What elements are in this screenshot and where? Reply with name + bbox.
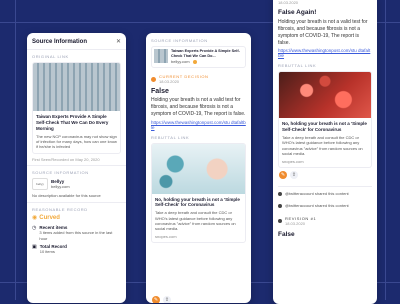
verdict-text: Holding your breath is not a valid test … — [278, 19, 368, 46]
rebuttal-title: No, holding your breath is not a 'Simple… — [155, 196, 240, 208]
source-preview[interactable]: Taiwan Experts Provide A Simple Self-Che… — [151, 46, 246, 68]
bg-grid-line — [15, 0, 16, 300]
rebuttal-text: Take a deep breath and consult the CDC o… — [282, 135, 363, 157]
revision-item: REVISION #1 18.03.2020 — [278, 216, 372, 226]
card-header: Source Information ✕ — [27, 33, 126, 49]
verdict: False — [278, 231, 295, 239]
rebuttal-domain: snopes.com — [155, 233, 177, 239]
share-icon[interactable]: ⇪ — [290, 171, 298, 180]
curved-dot-icon — [192, 60, 197, 65]
revision-dot-icon — [278, 219, 282, 223]
record-icon: ▣ — [32, 244, 37, 251]
activity-text: @twitteraccount shared this content — [285, 191, 349, 197]
decision-card: SOURCE INFORMATION Taiwan Experts Provid… — [146, 33, 251, 303]
activity-dot-icon — [278, 191, 282, 196]
section-label: SOURCE INFORMATION — [32, 170, 89, 176]
rebuttal-image — [152, 143, 245, 194]
source-domain: bellyy.com — [51, 183, 70, 189]
verdict-text: Holding your breath is not a valid test … — [151, 97, 246, 117]
source-thumbnail — [154, 49, 168, 63]
bg-grid-line — [385, 0, 386, 300]
section-label: REBUTTAL LINK — [278, 63, 317, 69]
section-label: REASONABLE RECORD — [32, 207, 88, 213]
activity-dot-icon — [278, 204, 282, 209]
section-label: REBUTTAL LINK — [151, 134, 190, 140]
curved-icon: ◉ — [32, 215, 38, 222]
rebuttal-domain: snopes.com — [282, 158, 304, 164]
activity-item: @twitteraccount shared this content — [278, 191, 372, 196]
rebuttal-title: No, holding your breath is not a 'Simple… — [282, 121, 367, 133]
clock-icon: ◷ — [32, 225, 37, 232]
edit-icon[interactable]: ✎ — [279, 171, 287, 180]
total-text: 10 items — [39, 249, 55, 255]
source-link[interactable]: https://www.thewashingtonpost.com/stu dt… — [278, 48, 372, 58]
article-image — [33, 63, 120, 111]
activity-text: @twitteraccount shared this content — [285, 203, 349, 209]
source-title: Taiwan Experts Provide A Simple Self-Che… — [171, 49, 240, 58]
history-card: 18.03.2020 False Again! Holding your bre… — [273, 0, 377, 304]
card-title: Source Information — [32, 38, 88, 45]
activity-item: @twitteraccount shared this content — [278, 203, 372, 208]
rebuttal-text: Take a deep breath and consult the CDC o… — [155, 210, 236, 232]
close-icon[interactable]: ✕ — [116, 38, 121, 45]
section-label: SOURCE INFORMATION — [151, 38, 208, 43]
source-description: No description available for this source — [32, 193, 101, 199]
source-row[interactable]: bellyy Bellyy bellyy.com — [32, 178, 121, 191]
source-domain: bellyy.com — [171, 59, 190, 65]
revision-date: 18.03.2020 — [285, 220, 306, 226]
decision-dot-icon — [151, 76, 156, 82]
decision-date: 18.03.2020 — [159, 78, 180, 84]
rebuttal-image — [279, 72, 371, 119]
recent-text: 3 items added from this source in the la… — [39, 230, 113, 241]
rebuttal-preview[interactable]: No, holding your breath is not a 'Simple… — [151, 142, 246, 244]
source-info-card: Source Information ✕ ORIGINAL LINK Taiwa… — [27, 33, 126, 303]
verdict: False Again! — [278, 9, 317, 17]
section-label: ORIGINAL LINK — [32, 54, 69, 59]
source-logo: bellyy — [32, 178, 48, 191]
rebuttal-preview[interactable]: No, holding your breath is not a 'Simple… — [278, 71, 372, 169]
article-title: Taiwan Experts Provide A Simple Self-Che… — [36, 114, 109, 131]
source-link[interactable]: https://www.thewashingtonpost.com/stu dt… — [151, 120, 246, 130]
curved-label: Curved — [39, 214, 60, 221]
verdict: False — [151, 88, 169, 96]
article-preview[interactable]: Taiwan Experts Provide A Simple Self-Che… — [32, 62, 121, 154]
first-seen: First Seen/Recorded on May 20, 2020 — [32, 156, 100, 162]
decision-date: 18.03.2020 — [278, 0, 299, 5]
article-text: The new NCP coronavirus may not show sig… — [36, 133, 117, 150]
